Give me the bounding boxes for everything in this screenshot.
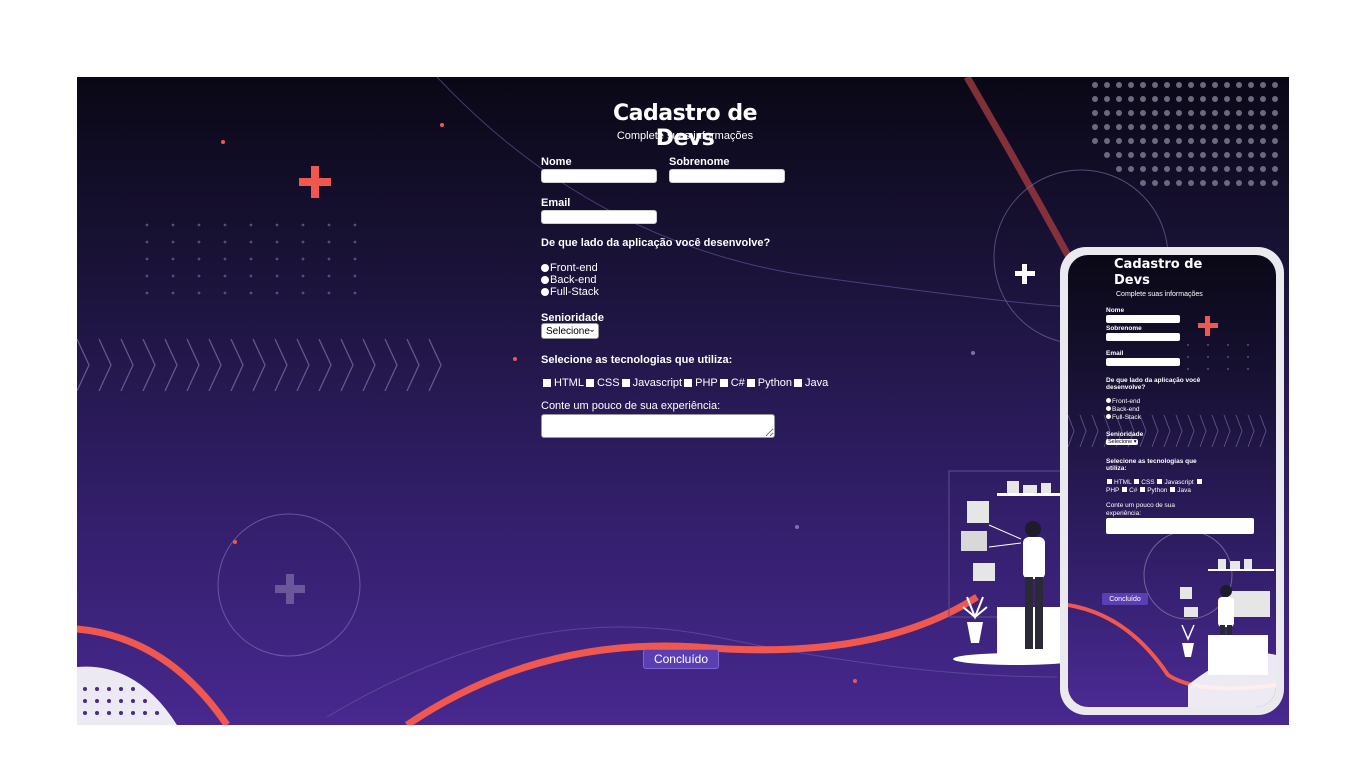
radio-circle[interactable] (541, 264, 549, 272)
radio-label: Back-end (550, 274, 597, 286)
mobile-title: Cadastro de Devs (1114, 257, 1224, 289)
email-label: Email (541, 197, 571, 209)
email-input[interactable] (541, 210, 657, 224)
radio-front-end[interactable]: Front-end (541, 262, 598, 274)
mobile-subtitle: Complete suas informações (1116, 291, 1203, 298)
checkbox-label: CSS (596, 377, 620, 389)
radio-label: Back-end (1112, 406, 1140, 413)
chevron-down-icon (590, 329, 594, 333)
mobile-tech-question-line: Selecione as tecnologias que (1106, 458, 1197, 465)
checkbox-csharp[interactable] (719, 379, 728, 387)
developer-illustration (1180, 559, 1274, 675)
mobile-seniority-label: Senioridade (1106, 431, 1144, 438)
mobile-tech-question: Selecione as tecnologias que utiliza: (1106, 458, 1197, 472)
experience-textarea[interactable] (541, 414, 775, 438)
desktop-mockup: Cadastro de Devs Complete suas informaçõ… (77, 77, 1289, 725)
checkbox-label: Java (805, 377, 829, 389)
checkbox-label: Java (1177, 487, 1191, 494)
last-name-input[interactable] (669, 169, 785, 183)
first-name-input[interactable] (541, 169, 657, 183)
mobile-side-question: De que lado da aplicação você desenvolve… (1106, 377, 1200, 391)
checkbox-css[interactable] (1134, 479, 1140, 484)
mobile-submit-button[interactable]: Concluído (1102, 593, 1148, 605)
checkbox-java[interactable] (1170, 487, 1176, 492)
checkbox-label: Python (1147, 487, 1168, 494)
side-question: De que lado da aplicação você desenvolve… (541, 237, 771, 249)
tech-checkbox-list: HTML CSS Javascript PHP C# Python Java (541, 377, 828, 389)
radio-label: Front-end (1112, 398, 1141, 405)
last-name-label: Sobrenome (669, 156, 730, 168)
checkbox-python[interactable] (1140, 487, 1146, 492)
radio-circle[interactable] (1106, 406, 1111, 411)
mobile-seniority-select[interactable]: Selecione ▾ (1106, 439, 1139, 445)
mobile-last-name-input[interactable] (1106, 333, 1180, 341)
checkbox-label: C# (730, 377, 745, 389)
checkbox-php[interactable] (1196, 479, 1202, 484)
checkbox-javascript[interactable] (1157, 479, 1163, 484)
plus-icon (1015, 264, 1035, 284)
checkbox-label: C# (1129, 487, 1138, 494)
mobile-experience-label: Conte um pouco de sua experiência: (1106, 502, 1175, 518)
radio-circle[interactable] (541, 276, 549, 284)
mobile-title-line: Cadastro de (1114, 257, 1203, 272)
radio-label: Full-Stack (550, 286, 599, 298)
checkbox-html[interactable] (543, 379, 551, 387)
radio-circle[interactable] (541, 288, 549, 296)
mobile-side-question-line: De que lado da aplicação você (1106, 377, 1201, 384)
checkbox-label: Javascript (632, 377, 683, 389)
mobile-experience-textarea[interactable] (1106, 518, 1254, 534)
checkbox-label: HTML (554, 377, 584, 389)
mobile-experience-label-line: experiência: (1106, 510, 1142, 517)
mobile-tech-checkbox-list: HTML CSS Javascript PHP C# Python Java (1106, 479, 1214, 495)
checkbox-python[interactable] (746, 379, 755, 387)
plus-icon (275, 574, 305, 604)
experience-label: Conte um pouco de sua experiência: (541, 400, 721, 412)
first-name-label: Nome (541, 156, 572, 168)
radio-label: Full-Stack (1112, 414, 1141, 421)
mobile-first-name-label: Nome (1106, 307, 1125, 314)
checkbox-java[interactable] (794, 379, 803, 387)
mobile-first-name-input[interactable] (1106, 315, 1180, 323)
seniority-selected-value: Selecione (546, 325, 590, 337)
checkbox-label: PHP (1106, 487, 1120, 494)
mobile-screen: Cadastro de Devs Complete suas informaçõ… (1068, 255, 1276, 707)
checkbox-label: Javascript (1164, 479, 1194, 486)
radio-full-stack[interactable]: Full-Stack (541, 286, 599, 298)
radio-label: Front-end (550, 262, 598, 274)
mobile-email-label: Email (1106, 350, 1124, 357)
checkbox-label: CSS (1141, 479, 1155, 486)
page-subtitle: Complete suas informações (616, 130, 754, 142)
page-title: Cadastro de Devs (613, 101, 758, 151)
tech-question: Selecione as tecnologias que utiliza: (541, 354, 733, 366)
radio-back-end[interactable]: Back-end (541, 274, 596, 286)
mobile-last-name-label: Sobrenome (1106, 325, 1142, 332)
plus-icon (1198, 316, 1218, 336)
mobile-radio-full-stack[interactable]: Full-Stack (1106, 414, 1141, 421)
mobile-tech-question-line: utiliza: (1106, 465, 1127, 472)
radio-circle[interactable] (1106, 398, 1111, 403)
mobile-mockup: Cadastro de Devs Complete suas informaçõ… (1060, 247, 1284, 715)
mobile-email-input[interactable] (1106, 358, 1180, 366)
checkbox-javascript[interactable] (621, 379, 630, 387)
mobile-radio-front-end[interactable]: Front-end (1106, 398, 1140, 405)
mobile-seniority-value: Selecione (1108, 439, 1133, 445)
mobile-radio-back-end[interactable]: Back-end (1106, 406, 1139, 413)
submit-button[interactable]: Concluído (643, 649, 719, 669)
checkbox-css[interactable] (585, 379, 594, 387)
checkbox-label: Python (757, 377, 793, 389)
plus-icon (299, 166, 331, 198)
checkbox-label: PHP (695, 377, 718, 389)
mobile-side-question-line: desenvolve? (1106, 384, 1146, 391)
checkbox-label: HTML (1114, 479, 1132, 486)
mobile-title-line: Devs (1114, 273, 1150, 288)
seniority-select[interactable]: Selecione (541, 323, 599, 339)
radio-circle[interactable] (1106, 414, 1111, 419)
checkbox-csharp[interactable] (1122, 487, 1128, 492)
checkbox-html[interactable] (1107, 479, 1112, 484)
checkbox-php[interactable] (684, 379, 693, 387)
mobile-experience-label-line: Conte um pouco de sua (1106, 502, 1176, 509)
